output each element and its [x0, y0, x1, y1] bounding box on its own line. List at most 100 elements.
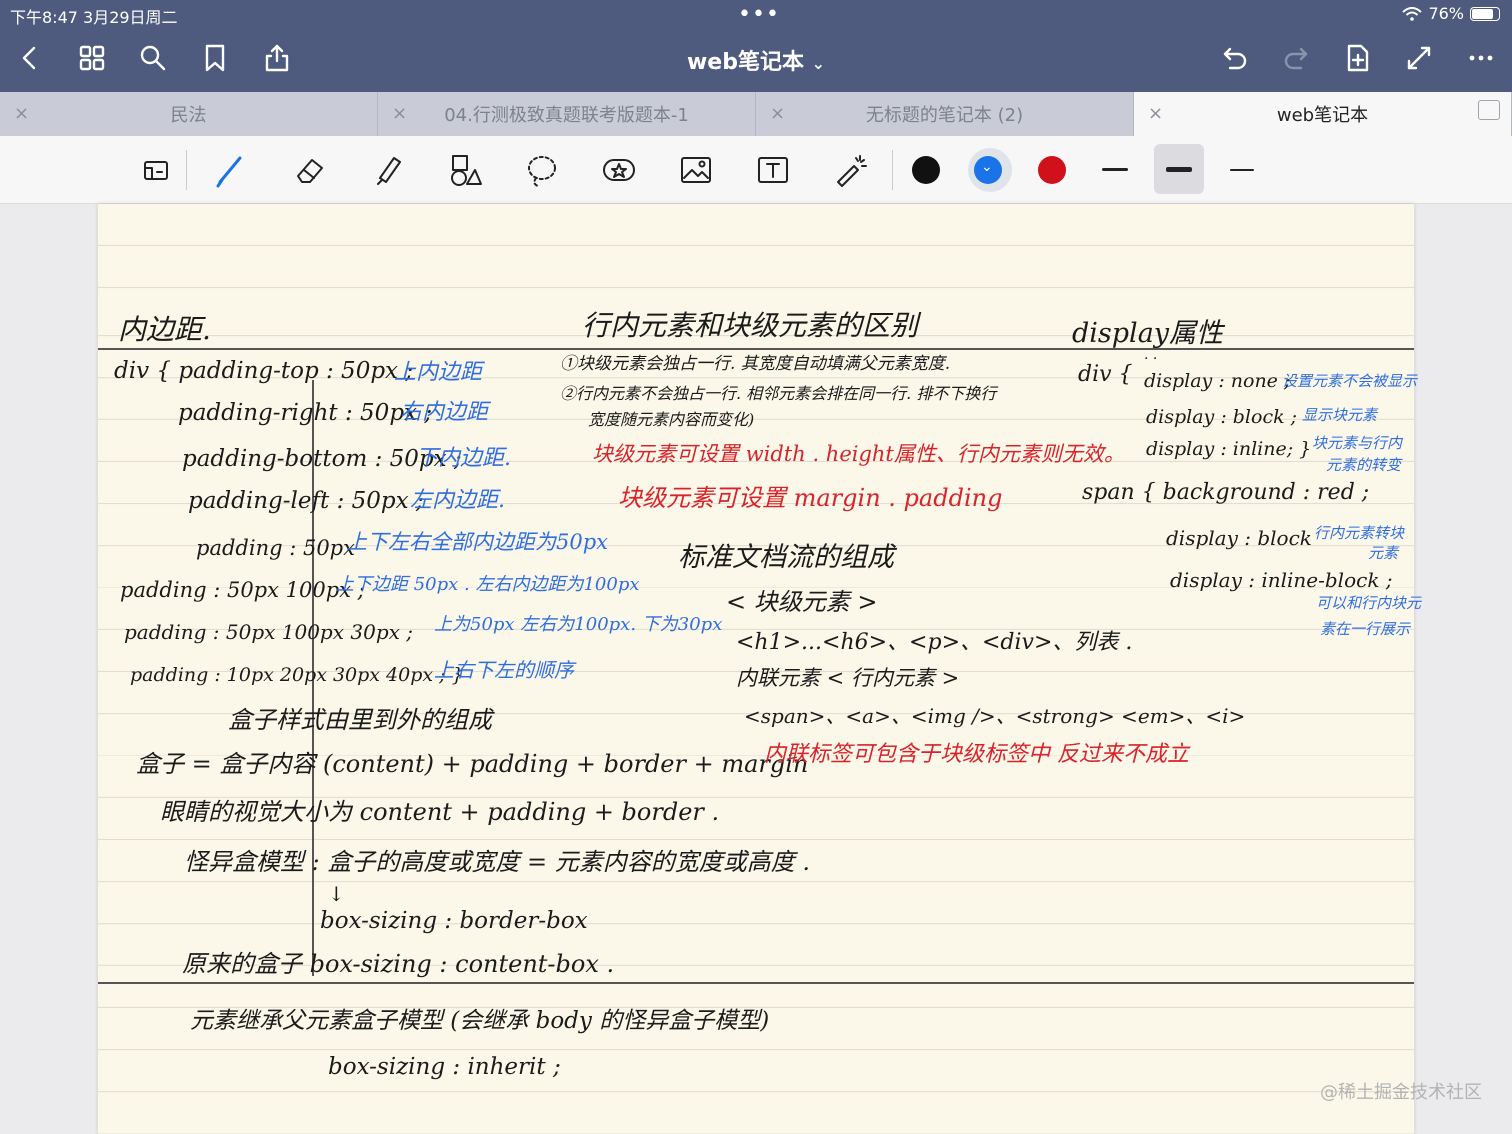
display-block-2-note-1: 行内元素转块: [1314, 524, 1405, 542]
block-list: <h1>...<h6>、<p>、<div>、列表 .: [736, 630, 1133, 655]
top-bar: 下午8:47 3月29日周二 ••• 76% web笔记本 ⌄: [0, 0, 1512, 92]
checkmark-icon: ⌄: [981, 159, 993, 175]
arrow-down-icon: ↓: [328, 882, 345, 906]
padding-line-4: padding-left : 50px ;: [188, 488, 424, 514]
padding-note-3: 下内边距.: [416, 446, 511, 471]
document-title-text[interactable]: web笔记本: [687, 50, 804, 75]
padding-line-5: padding : 50px: [196, 536, 355, 560]
tab-close-icon[interactable]: ×: [392, 103, 407, 124]
tab-close-icon[interactable]: ×: [14, 103, 29, 124]
toolbar-divider: [892, 150, 893, 190]
tab-label: 04.行测极致真题联考版题本-1: [444, 105, 689, 126]
padding-line-8: padding : 10px 20px 30px 40px ; }: [130, 664, 464, 686]
block-point-1: ①块级元素会独占一行. 其宽度自动填满父元素宽度.: [560, 354, 951, 374]
inherit-title: 元素继承父元素盒子模型 (会继承 body 的怪异盒子模型): [190, 1008, 770, 1034]
stroke-hairline[interactable]: [1230, 169, 1254, 171]
padding-line-7: padding : 50px 100px 30px ;: [124, 620, 413, 644]
toolbar-divider: [186, 150, 187, 190]
expand-icon[interactable]: [1401, 40, 1437, 76]
wifi-icon: [1402, 6, 1423, 21]
display-inline-block-note-1: 可以和行内块元: [1316, 594, 1422, 612]
tab-close-icon[interactable]: ×: [1148, 103, 1163, 124]
inline-list: <span>、<a>、<img />、<strong> <em>、<i>: [744, 704, 1246, 728]
display-heading: display属性: [1072, 318, 1224, 349]
display-inline-block: display : inline-block ;: [1170, 568, 1393, 592]
box-heading: 盒子样式由里到外的组成: [228, 706, 492, 734]
eraser-icon[interactable]: [286, 146, 334, 194]
block-inline-heading: 行内元素和块级元素的区别: [582, 309, 919, 342]
red-note-1: 块级元素可设置 width . height属性、行内元素则无效。: [592, 442, 1125, 466]
watermark: @稀土掘金技术社区: [1320, 1082, 1482, 1103]
block-tag: < 块级元素 >: [726, 588, 878, 616]
color-red[interactable]: [1038, 156, 1066, 184]
tab-label: 无标题的笔记本 (2): [865, 105, 1024, 126]
lasso-icon[interactable]: [518, 146, 566, 194]
display-none-note: 设置元素不会被显示: [1282, 372, 1418, 390]
redo-icon[interactable]: [1278, 40, 1314, 76]
block-point-2b: 宽度随元素内容而变化): [588, 410, 755, 429]
span-open: span { background : red ;: [1082, 480, 1370, 505]
display-inline-note-1: 块元素与行内: [1312, 434, 1403, 452]
padding-line-6: padding : 50px 100px ;: [120, 578, 365, 602]
more-icon[interactable]: [1463, 40, 1499, 76]
multitasking-dots[interactable]: •••: [738, 2, 780, 27]
add-page-icon[interactable]: [1340, 40, 1376, 76]
red-note-3: 内联标签可包含于块级标签中 反过来不成立: [764, 742, 1189, 767]
padding-note-4: 左内边距.: [410, 488, 505, 513]
inherit-code: box-sizing : inherit ;: [328, 1054, 561, 1080]
display-none: display : none ;: [1144, 370, 1291, 392]
box-formula: 盒子 = 盒子内容 (content) + padding + border +…: [136, 750, 809, 778]
shapes-icon[interactable]: [441, 146, 489, 194]
div-open: div {: [1078, 362, 1133, 387]
text-tool-icon[interactable]: [749, 146, 797, 194]
read-mode-icon[interactable]: [132, 146, 180, 194]
display-block-2: display : block: [1166, 526, 1312, 550]
tab-label: web笔记本: [1276, 105, 1369, 126]
tab-xingce[interactable]: × 04.行测极致真题联考版题本-1: [378, 92, 756, 136]
tab-web-notebook[interactable]: × web笔记本: [1134, 92, 1512, 136]
note-page[interactable]: 内边距. div { padding-top : 50px ; 上内边距 pad…: [98, 204, 1421, 1134]
stroke-thin[interactable]: [1102, 168, 1128, 171]
eye-formula: 眼睛的视觉大小为 content + padding + border .: [160, 798, 720, 826]
padding-heading: 内边距.: [118, 313, 211, 346]
display-inline-block-note-2: 素在一行展示: [1320, 620, 1411, 638]
tab-untitled[interactable]: × 无标题的笔记本 (2): [756, 92, 1134, 136]
color-black[interactable]: [912, 156, 940, 184]
tab-bar: × 民法 × 04.行测极致真题联考版题本-1 × 无标题的笔记本 (2) × …: [0, 92, 1512, 136]
display-block-2-note-2: 元素: [1368, 544, 1399, 562]
standard-flow-heading: 标准文档流的组成: [678, 542, 894, 573]
undo-icon[interactable]: [1217, 40, 1253, 76]
stroke-medium[interactable]: [1166, 167, 1192, 172]
battery-icon: [1470, 6, 1500, 21]
padding-line-2: padding-right : 50px ;: [178, 400, 433, 426]
tab-label: 民法: [170, 105, 207, 126]
padding-note-1: 上内边距: [394, 360, 483, 385]
battery-percent: 76%: [1428, 4, 1464, 23]
pen-icon[interactable]: [206, 146, 254, 194]
chevron-down-icon[interactable]: ⌄: [812, 54, 825, 73]
image-icon[interactable]: [672, 146, 720, 194]
laser-pointer-icon[interactable]: [826, 146, 874, 194]
display-block: display : block ;: [1146, 406, 1298, 428]
tab-minfa[interactable]: × 民法: [0, 92, 378, 136]
split-view-icon[interactable]: [1478, 100, 1500, 120]
padding-note-5: 上下左右全部内边距为50px: [346, 530, 609, 554]
status-time: 下午8:47 3月29日周二: [10, 8, 178, 27]
red-note-2: 块级元素可设置 margin . padding: [618, 484, 1003, 512]
divider-line: [98, 982, 1414, 984]
sticker-icon[interactable]: [595, 146, 643, 194]
box-sizing-border: box-sizing : border-box: [320, 908, 588, 934]
padding-note-7: 上为50px 左右为100px. 下为30px: [434, 614, 723, 635]
display-block-note: 显示块元素: [1302, 406, 1378, 424]
display-inline-note-2: 元素的转变: [1326, 456, 1402, 474]
padding-note-6: 上下边距 50px . 左右内边距为100px: [336, 574, 640, 595]
display-inline: display : inline; }: [1146, 438, 1312, 460]
padding-note-8: 上右下左的顺序: [434, 658, 574, 682]
color-blue[interactable]: ⌄: [974, 156, 1002, 184]
block-point-2: ②行内元素不会独占一行. 相邻元素会排在同一行. 排不下换行: [560, 384, 997, 403]
highlighter-icon[interactable]: [364, 146, 412, 194]
original-box: 原来的盒子 box-sizing : content-box .: [182, 950, 615, 978]
status-right: 76%: [1402, 4, 1500, 23]
dots: · ·: [1144, 351, 1158, 367]
tab-close-icon[interactable]: ×: [770, 103, 785, 124]
